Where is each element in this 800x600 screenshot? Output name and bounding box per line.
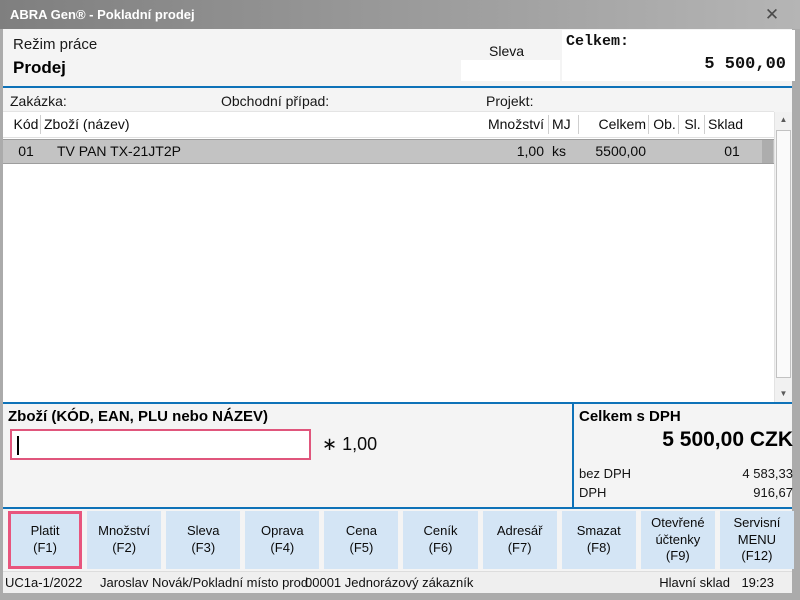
button-label: Ceník — [424, 523, 458, 540]
col-separator — [548, 115, 549, 134]
title-bar: ABRA Gen® - Pokladní prodej — [0, 0, 800, 29]
button-key: (F8) — [587, 540, 611, 557]
addressbook-button[interactable]: Adresář (F7) — [483, 511, 557, 569]
pay-button[interactable]: Platit (F1) — [8, 511, 82, 569]
header-underline — [3, 137, 774, 138]
button-key: (F9) — [666, 548, 690, 565]
open-receipts-button[interactable]: Otevřené účtenky (F9) — [641, 511, 715, 569]
col-header-sklad[interactable]: Sklad — [708, 116, 743, 132]
business-case-label: Obchodní případ: — [221, 93, 329, 109]
totals-title: Celkem s DPH — [579, 408, 681, 425]
cell-celkem: 5500,00 — [580, 143, 646, 159]
status-document: UC1a-1/2022 — [5, 575, 82, 590]
totals-net-value: 4 583,33 — [653, 466, 793, 481]
button-key: (F4) — [270, 540, 294, 557]
status-user: Jaroslav Novák/Pokladní místo prod. — [100, 575, 312, 590]
scrollbar-down-icon[interactable]: ▼ — [775, 386, 792, 402]
col-header-mj[interactable]: MJ — [552, 116, 571, 132]
total-display-label: Celkem: — [566, 33, 629, 50]
button-label: Servisní MENU — [725, 515, 789, 549]
divider-buttons-top — [3, 507, 792, 509]
discount-button[interactable]: Sleva (F3) — [166, 511, 240, 569]
item-entry-label: Zboží (KÓD, EAN, PLU nebo NÁZEV) — [8, 408, 268, 425]
status-bar: UC1a-1/2022 Jaroslav Novák/Pokladní míst… — [3, 571, 792, 593]
button-label: Oprava — [261, 523, 304, 540]
quantity-multiplier: ∗ 1,00 — [322, 434, 377, 455]
button-key: (F6) — [429, 540, 453, 557]
divider-table-bottom — [3, 402, 792, 404]
total-display-value: 5 500,00 — [566, 55, 786, 74]
table-row[interactable]: 01 TV PAN TX-21JT2P 1,00 ks 5500,00 01 — [3, 139, 774, 164]
button-key: (F1) — [33, 540, 57, 557]
button-label: Smazat — [577, 523, 621, 540]
col-header-kod[interactable]: Kód — [11, 116, 41, 132]
order-label: Zakázka: — [10, 93, 67, 109]
button-key: (F3) — [191, 540, 215, 557]
col-separator — [578, 115, 579, 134]
discount-label: Sleva — [489, 43, 524, 59]
scrollbar-up-icon[interactable]: ▲ — [775, 112, 792, 128]
cell-mj: ks — [552, 143, 566, 159]
divider-top — [3, 86, 792, 88]
price-button[interactable]: Cena (F5) — [324, 511, 398, 569]
button-key: (F12) — [741, 548, 772, 565]
totals-grand-total: 5 500,00 CZK — [579, 428, 793, 452]
total-display-box: Celkem: 5 500,00 — [562, 30, 795, 81]
col-separator — [648, 115, 649, 134]
cell-kod: 01 — [11, 143, 41, 159]
delete-button[interactable]: Smazat (F8) — [562, 511, 636, 569]
text-caret — [17, 436, 19, 455]
col-header-sl[interactable]: Sl. — [681, 116, 704, 132]
service-menu-button[interactable]: Servisní MENU (F12) — [720, 511, 794, 569]
status-time: 19:23 — [741, 575, 774, 590]
button-key: (F2) — [112, 540, 136, 557]
col-header-mnozstvi[interactable]: Množství — [458, 116, 544, 132]
button-key: (F7) — [508, 540, 532, 557]
window-title: ABRA Gen® - Pokladní prodej — [10, 7, 195, 22]
totals-net-label: bez DPH — [579, 466, 631, 481]
button-label: Množství — [98, 523, 150, 540]
row-end-shade — [762, 140, 773, 163]
cell-sklad: 01 — [707, 143, 757, 159]
project-label: Projekt: — [486, 93, 533, 109]
pos-window: ABRA Gen® - Pokladní prodej ✕ Režim prác… — [0, 0, 800, 600]
cell-nazev: TV PAN TX-21JT2P — [57, 143, 181, 159]
mode-value: Prodej — [13, 58, 66, 78]
divider-vertical — [572, 404, 574, 507]
discount-field[interactable] — [461, 60, 560, 81]
quantity-button[interactable]: Množství (F2) — [87, 511, 161, 569]
col-separator — [704, 115, 705, 134]
totals-vat-value: 916,67 — [653, 485, 793, 500]
col-header-ob[interactable]: Ob. — [650, 116, 679, 132]
col-header-nazev[interactable]: Zboží (název) — [44, 116, 130, 132]
item-entry-input[interactable] — [10, 429, 311, 460]
status-customer: 00001 Jednorázový zákazník — [305, 575, 473, 590]
button-label: Adresář — [497, 523, 543, 540]
button-label: Sleva — [187, 523, 220, 540]
pricelist-button[interactable]: Ceník (F6) — [403, 511, 477, 569]
totals-vat-label: DPH — [579, 485, 606, 500]
correction-button[interactable]: Oprava (F4) — [245, 511, 319, 569]
col-separator — [678, 115, 679, 134]
mode-label: Režim práce — [13, 36, 97, 53]
button-label: Otevřené účtenky — [646, 515, 710, 549]
button-key: (F5) — [350, 540, 374, 557]
close-icon[interactable]: ✕ — [760, 0, 784, 29]
button-label: Platit — [31, 523, 60, 540]
col-header-celkem[interactable]: Celkem — [580, 116, 646, 132]
button-label: Cena — [346, 523, 377, 540]
status-warehouse: Hlavní sklad — [659, 575, 730, 590]
cell-mnozstvi: 1,00 — [458, 143, 544, 159]
function-button-row: Platit (F1) Množství (F2) Sleva (F3) Opr… — [8, 511, 794, 569]
scrollbar-thumb[interactable] — [776, 130, 791, 378]
col-separator — [40, 115, 41, 134]
